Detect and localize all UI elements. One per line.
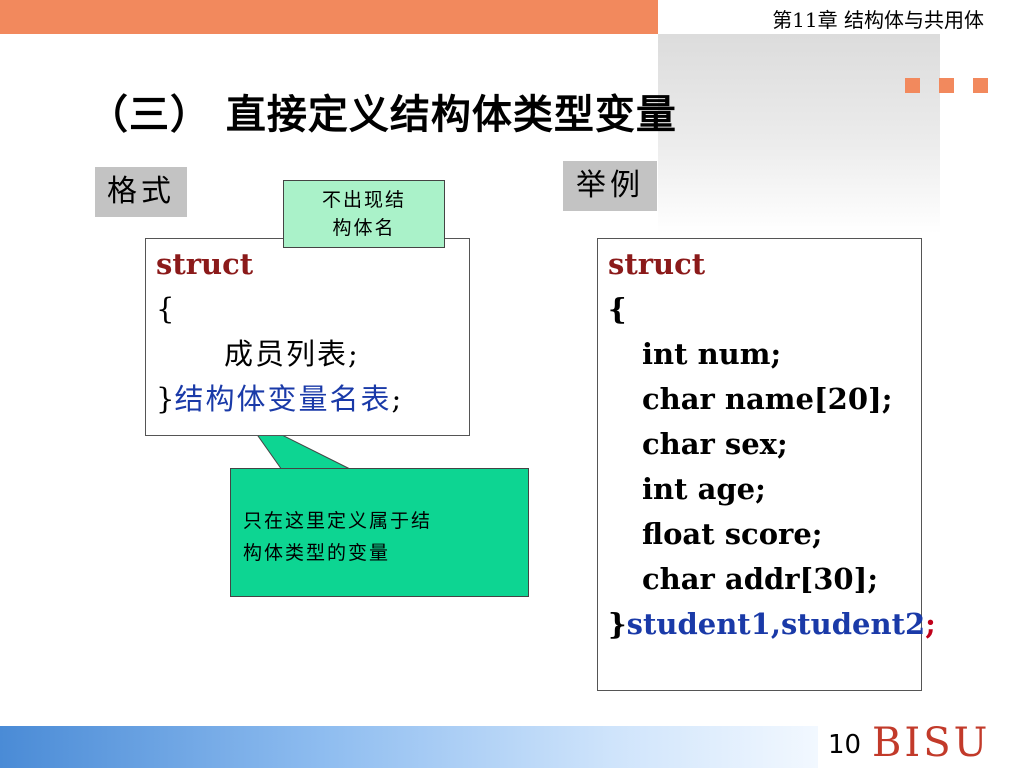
open-brace: { [156,292,175,326]
code-line: { [156,287,174,332]
struct-keyword: struct [608,247,706,281]
struct-keyword: struct [156,247,254,281]
variable-list: 结构体变量名表 [174,382,392,416]
member-line: char addr[30]; [642,562,879,596]
header-side-panel [658,34,940,234]
code-line: }结构体变量名表; [156,377,401,422]
code-line: 成员列表; [224,332,358,377]
square-icon [905,78,920,93]
format-label: 格式 [95,167,187,217]
chapter-title: 第11章 结构体与共用体 [772,8,984,32]
slide-title: （三） 直接定义结构体类型变量 [88,92,677,138]
member-line: char sex; [642,427,788,461]
close-brace: } [156,382,175,416]
member-line: float score; [642,517,823,551]
semicolon: ; [391,382,402,416]
semicolon: ; [925,607,936,641]
callout-define-variables: 只在这里定义属于结 构体类型的变量 [230,468,529,597]
open-brace: { [608,292,627,326]
format-code-box: struct { 成员列表; }结构体变量名表; [145,238,470,436]
callout-text: 构体名 [332,217,396,239]
callout-no-struct-name: 不出现结 构体名 [283,180,445,248]
callout-text: 不出现结 [321,189,406,211]
member-line: char name[20]; [642,382,893,416]
close-brace: } [608,607,627,641]
code-line: { [608,287,627,332]
square-icon [973,78,988,93]
callout-text: 构体类型的变量 [243,542,391,564]
example-code-box: struct { int num; char name[20]; char se… [597,238,936,691]
callout-text: 只在这里定义属于结 [243,510,433,532]
page-number: 10 [828,730,862,760]
brand-logo: BISU [872,720,991,766]
variable-list: student1,student2 [626,607,926,641]
code-line: struct [608,242,705,287]
code-line: struct [156,242,253,287]
member-line: int num; [642,337,782,371]
example-label: 举例 [563,161,657,211]
code-line: }student1,student2; [608,602,936,647]
semicolon: ; [348,337,358,371]
header-bar [0,0,658,34]
member-list: 成员列表 [224,337,349,371]
footer-bar [0,726,818,768]
square-icon [939,78,954,93]
member-line: int age; [642,472,766,506]
